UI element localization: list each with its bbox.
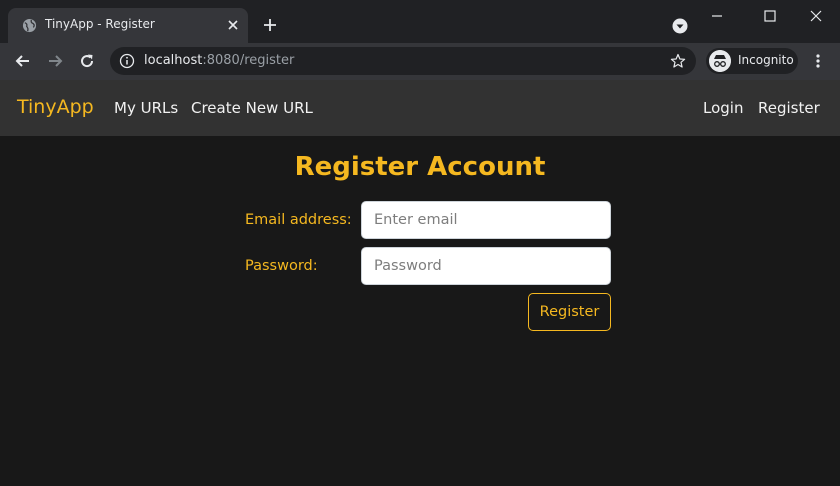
site-info-icon[interactable] — [119, 53, 135, 69]
app-navbar: TinyApp My URLs Create New URL Login Reg… — [0, 80, 840, 136]
tab-title: TinyApp - Register — [45, 17, 155, 31]
url-host: localhost — [144, 53, 203, 68]
email-input[interactable] — [361, 201, 611, 239]
email-label: Email address: — [245, 212, 352, 228]
brand-link[interactable]: TinyApp — [17, 96, 94, 118]
bookmark-star-icon[interactable] — [670, 53, 686, 69]
new-tab-icon[interactable] — [262, 17, 278, 33]
back-arrow-icon[interactable] — [14, 52, 32, 70]
nav-register[interactable]: Register — [758, 99, 820, 117]
url-text: localhost:8080/register — [144, 53, 294, 68]
maximize-icon[interactable] — [762, 8, 778, 24]
browser-titlebar: TinyApp - Register — [0, 0, 840, 43]
forward-arrow-icon[interactable] — [46, 52, 64, 70]
incognito-label: Incognito — [738, 53, 794, 67]
nav-my-urls[interactable]: My URLs — [114, 99, 178, 117]
password-input[interactable] — [361, 247, 611, 285]
kebab-menu-icon[interactable] — [810, 52, 826, 70]
close-window-icon[interactable] — [808, 8, 824, 24]
address-bar[interactable]: localhost:8080/register — [110, 47, 696, 75]
url-path: :8080/register — [202, 53, 295, 68]
reload-icon[interactable] — [78, 52, 96, 70]
nav-create-new-url[interactable]: Create New URL — [191, 99, 313, 117]
password-label: Password: — [245, 258, 318, 274]
browser-toolbar: localhost:8080/register Incognito — [0, 43, 840, 80]
incognito-icon — [709, 50, 731, 72]
nav-login[interactable]: Login — [703, 99, 743, 117]
browser-tab[interactable]: TinyApp - Register — [8, 8, 248, 43]
tab-search-icon[interactable] — [672, 18, 688, 34]
register-submit-button[interactable]: Register — [528, 293, 611, 331]
globe-icon — [22, 18, 37, 33]
page-title: Register Account — [294, 152, 546, 182]
incognito-profile-button[interactable]: Incognito — [706, 48, 798, 74]
minimize-icon[interactable] — [709, 8, 725, 24]
close-tab-icon[interactable] — [226, 18, 240, 32]
